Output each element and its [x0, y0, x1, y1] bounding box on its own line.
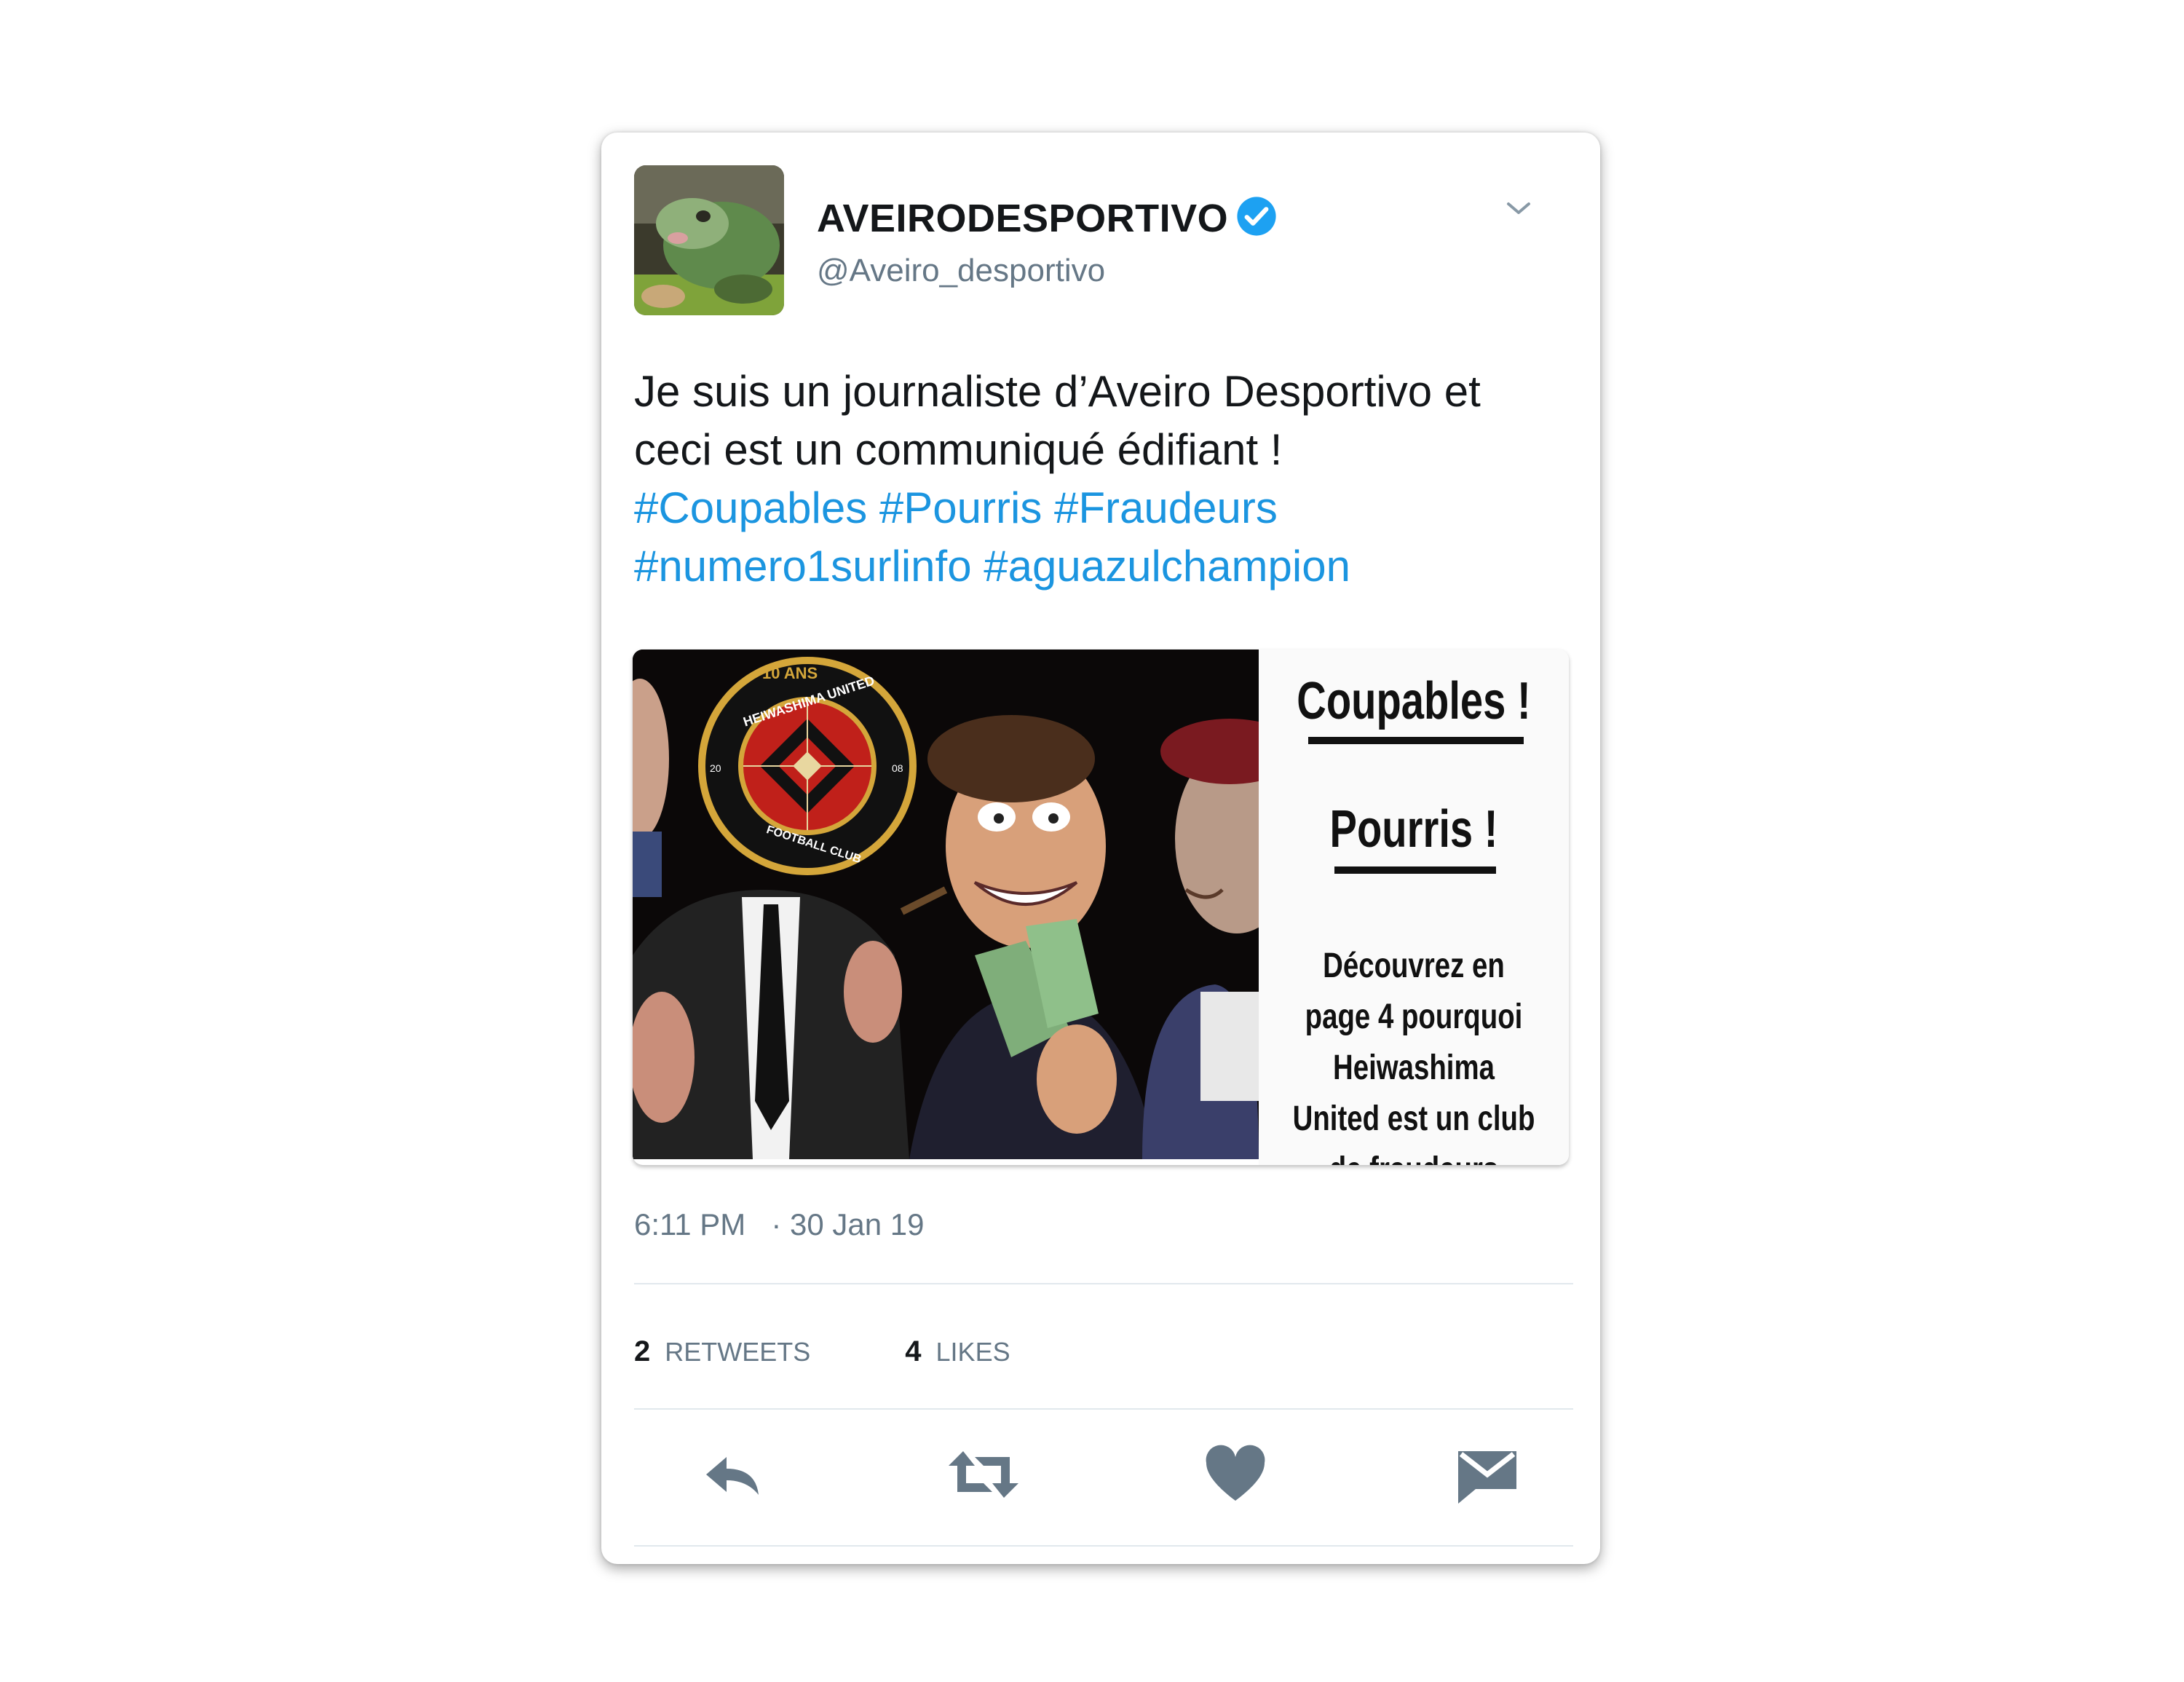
- like-icon: [1200, 1440, 1270, 1513]
- retweet-button[interactable]: [943, 1436, 1024, 1516]
- tweet-timestamp[interactable]: 6:11 PM · 30 Jan 19: [634, 1207, 924, 1242]
- avatar[interactable]: [634, 165, 784, 315]
- badge-year-left: 20: [710, 762, 721, 774]
- hashtag-line: #Coupables #Pourris #Fraudeurs: [634, 479, 1573, 537]
- tweet-text-line: Je suis un journaliste d’Aveiro Desporti…: [634, 367, 1481, 416]
- retweets-count: 2: [634, 1335, 651, 1367]
- media-caption-panel: Coupables ! Pourris ! Découvrez en page …: [1259, 649, 1569, 1165]
- tweet-date: · 30 Jan 19: [771, 1207, 925, 1241]
- likes-label: LIKES: [935, 1337, 1010, 1367]
- hashtag-link[interactable]: #numero1surlinfo: [634, 542, 972, 591]
- hashtag-link[interactable]: #Coupables: [634, 483, 867, 532]
- caricature-illustration: 10 ANS HEIWASHIMA UNITED FOOTBALL CLUB 2…: [633, 649, 1259, 1159]
- tweet-stats: 2 RETWEETS 4 LIKES: [634, 1335, 1098, 1368]
- headline-underline: [1308, 737, 1524, 744]
- divider: [634, 1283, 1573, 1284]
- media-body-text: Découvrez en page 4 pourquoi Heiwashima …: [1292, 947, 1535, 1165]
- direct-message-button[interactable]: [1447, 1436, 1527, 1516]
- tweet-card: AVEIRODESPORTIVO @Aveiro_desportivo Je s…: [601, 133, 1600, 1564]
- hashtag-link[interactable]: #aguazulchampion: [984, 542, 1350, 591]
- like-button[interactable]: [1195, 1436, 1275, 1516]
- message-icon: [1452, 1440, 1522, 1513]
- divider: [634, 1545, 1573, 1547]
- tweet-time: 6:11 PM: [634, 1207, 746, 1241]
- divider: [634, 1408, 1573, 1410]
- tweet-actions: [601, 1421, 1600, 1538]
- badge-top-text: 10 ANS: [762, 664, 818, 682]
- media-headline: Coupables !: [1297, 672, 1531, 730]
- reply-icon: [697, 1440, 767, 1513]
- tweet-media-image[interactable]: 10 ANS HEIWASHIMA UNITED FOOTBALL CLUB 2…: [633, 649, 1569, 1165]
- badge-year-right: 08: [892, 762, 903, 774]
- media-headline: Pourris !: [1329, 800, 1498, 858]
- headline-underline: [1334, 866, 1496, 874]
- retweet-icon: [946, 1440, 1021, 1513]
- chevron-down-icon[interactable]: [1501, 191, 1536, 226]
- retweets-stat[interactable]: 2 RETWEETS: [634, 1335, 810, 1368]
- user-handle[interactable]: @Aveiro_desportivo: [817, 253, 1105, 289]
- tweet-text: Je suis un journaliste d’Aveiro Desporti…: [634, 363, 1573, 596]
- hashtag-link[interactable]: #Fraudeurs: [1054, 483, 1278, 532]
- likes-count: 4: [905, 1335, 922, 1367]
- display-name[interactable]: AVEIRODESPORTIVO: [817, 195, 1278, 247]
- likes-stat[interactable]: 4 LIKES: [905, 1335, 1010, 1368]
- display-name-text: AVEIRODESPORTIVO: [817, 197, 1229, 240]
- reply-button[interactable]: [692, 1436, 772, 1516]
- tweet-text-line: ceci est un communiqué édifiant !: [634, 425, 1283, 474]
- hashtag-link[interactable]: #Pourris: [879, 483, 1042, 532]
- verified-badge-icon: [1235, 195, 1278, 247]
- hashtag-line: #numero1surlinfo #aguazulchampion: [634, 537, 1573, 596]
- retweets-label: RETWEETS: [665, 1337, 811, 1367]
